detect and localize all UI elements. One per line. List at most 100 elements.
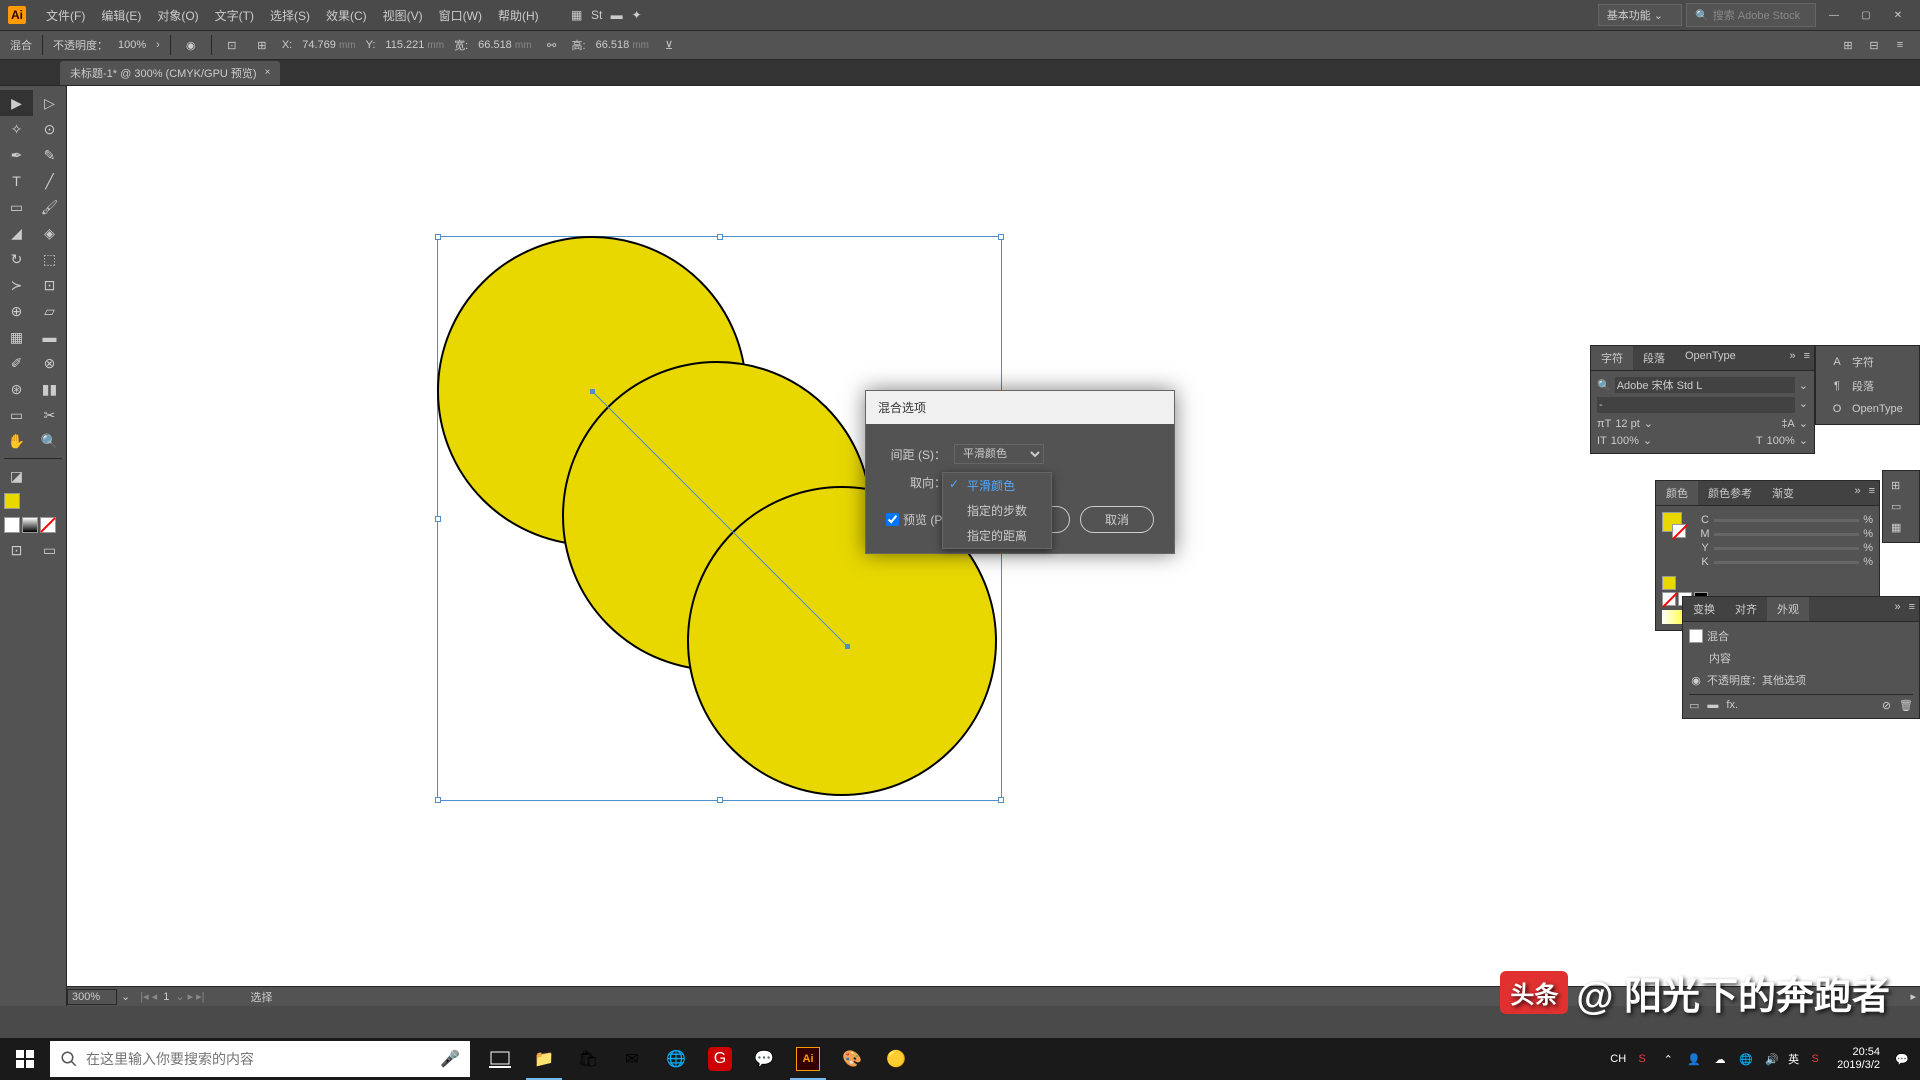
menu-object[interactable]: 对象(O) bbox=[149, 7, 206, 24]
tab-paragraph[interactable]: 段落 bbox=[1633, 346, 1675, 370]
file-explorer-icon[interactable]: 📁 bbox=[522, 1038, 566, 1080]
dropdown-item-steps[interactable]: 指定的步数 bbox=[943, 498, 1051, 523]
slice-tool[interactable]: ✂ bbox=[33, 402, 66, 428]
task-view-icon[interactable] bbox=[478, 1038, 522, 1080]
fill-stroke-swatches[interactable] bbox=[0, 489, 66, 513]
mesh-tool[interactable]: ▦ bbox=[0, 324, 33, 350]
none-mode-swatch[interactable] bbox=[40, 517, 56, 533]
symbols-icon[interactable]: ▦ bbox=[1887, 517, 1915, 538]
shaper-tool[interactable]: ◢ bbox=[0, 220, 33, 246]
wechat-icon[interactable]: 💬 bbox=[742, 1038, 786, 1080]
zoom-field[interactable] bbox=[67, 989, 117, 1005]
menu-help[interactable]: 帮助(H) bbox=[490, 7, 547, 24]
spacing-dropdown[interactable]: 平滑颜色 bbox=[954, 444, 1044, 464]
tray-app-icon[interactable]: S bbox=[1632, 1049, 1652, 1069]
menu-edit[interactable]: 编辑(E) bbox=[93, 7, 149, 24]
w-value[interactable]: 66.518 mm bbox=[478, 39, 531, 51]
paintbrush-tool[interactable]: 🖌 bbox=[33, 194, 66, 220]
vertical-scale-field[interactable]: 100% bbox=[1611, 435, 1639, 447]
workspace-dropdown[interactable]: 基本功能 ⌄ bbox=[1598, 4, 1682, 26]
appearance-item-blend[interactable]: 混合 bbox=[1707, 628, 1729, 644]
color-mode-swatch[interactable] bbox=[4, 517, 20, 533]
h-value[interactable]: 66.518 mm bbox=[596, 39, 649, 51]
mail-icon[interactable]: ✉ bbox=[610, 1038, 654, 1080]
tab-character[interactable]: 字符 bbox=[1591, 346, 1633, 370]
scale-tool[interactable]: ⬚ bbox=[33, 246, 66, 272]
panel-collapse-icon[interactable]: » bbox=[1850, 481, 1864, 505]
rotate-tool[interactable]: ↻ bbox=[0, 246, 33, 272]
transform-icon[interactable]: ⊡ bbox=[222, 35, 242, 55]
perspective-tool[interactable]: ▱ bbox=[33, 298, 66, 324]
artboard-tool[interactable]: ▭ bbox=[0, 402, 33, 428]
direct-selection-tool[interactable]: ▷ bbox=[33, 90, 66, 116]
menu-effect[interactable]: 效果(C) bbox=[318, 7, 375, 24]
dropdown-item-distance[interactable]: 指定的距离 bbox=[943, 523, 1051, 548]
drawing-mode[interactable]: ⊡ bbox=[0, 537, 33, 563]
paint-app-icon[interactable]: 🎨 bbox=[830, 1038, 874, 1080]
menu-select[interactable]: 选择(S) bbox=[262, 7, 318, 24]
gradient-tool[interactable]: ▬ bbox=[33, 324, 66, 350]
document-tab[interactable]: 未标题-1* @ 300% (CMYK/GPU 预览) × bbox=[60, 61, 280, 85]
eyedropper-tool[interactable]: ✐ bbox=[0, 350, 33, 376]
people-icon[interactable]: 👤 bbox=[1684, 1049, 1704, 1069]
setup-icon[interactable]: ⊞ bbox=[1838, 35, 1858, 55]
gpu-icon[interactable]: ✦ bbox=[627, 5, 647, 25]
add-fill-icon[interactable]: ▬ bbox=[1707, 699, 1718, 712]
font-family-field[interactable] bbox=[1615, 377, 1795, 393]
panel-menu-icon[interactable]: ≡ bbox=[1800, 346, 1814, 370]
panel-menu-icon[interactable]: ≡ bbox=[1865, 481, 1879, 505]
blend-tool[interactable]: ⊗ bbox=[33, 350, 66, 376]
chevron-up-icon[interactable]: ⌃ bbox=[1658, 1049, 1678, 1069]
maximize-button[interactable]: ▢ bbox=[1852, 6, 1880, 24]
tray-app-icon-2[interactable]: S bbox=[1805, 1049, 1825, 1069]
ime-indicator[interactable]: CH bbox=[1610, 1053, 1626, 1065]
prefs-icon[interactable]: ⊟ bbox=[1864, 35, 1884, 55]
clock[interactable]: 20:54 2019/3/2 bbox=[1831, 1046, 1886, 1072]
free-transform-tool[interactable]: ⊡ bbox=[33, 272, 66, 298]
bridge-icon[interactable]: ▦ bbox=[567, 5, 587, 25]
clear-icon[interactable]: ⊘ bbox=[1882, 699, 1891, 712]
close-button[interactable]: ✕ bbox=[1884, 6, 1912, 24]
visibility-icon[interactable]: ◉ bbox=[1689, 674, 1703, 687]
panel-menu-icon[interactable]: ≡ bbox=[1905, 597, 1919, 621]
magic-wand-tool[interactable]: ✧ bbox=[0, 116, 33, 142]
tab-align[interactable]: 对齐 bbox=[1725, 597, 1767, 621]
panel-collapse-icon[interactable]: » bbox=[1785, 346, 1799, 370]
brushes-icon[interactable]: ▭ bbox=[1887, 496, 1915, 517]
tab-color-guide[interactable]: 颜色参考 bbox=[1698, 481, 1762, 505]
recolor-icon[interactable]: ◉ bbox=[181, 35, 201, 55]
lasso-tool[interactable]: ⊙ bbox=[33, 116, 66, 142]
menu-type[interactable]: 文字(T) bbox=[207, 7, 262, 24]
onedrive-icon[interactable]: ☁ bbox=[1710, 1049, 1730, 1069]
opacity-value[interactable]: 100% bbox=[118, 39, 146, 51]
app-icon[interactable]: 🟡 bbox=[874, 1038, 918, 1080]
shape-builder-tool[interactable]: ⊕ bbox=[0, 298, 33, 324]
curvature-tool[interactable]: ✎ bbox=[33, 142, 66, 168]
selection-tool[interactable]: ▶ bbox=[0, 90, 33, 116]
appearance-item-opacity[interactable]: 不透明度：其他选项 bbox=[1707, 672, 1806, 688]
illustrator-taskbar-icon[interactable]: Ai bbox=[786, 1038, 830, 1080]
type-tool[interactable]: T bbox=[0, 168, 33, 194]
menu-file[interactable]: 文件(F) bbox=[38, 7, 93, 24]
graph-tool[interactable]: ▮▮ bbox=[33, 376, 66, 402]
browser-icon[interactable]: 🌐 bbox=[654, 1038, 698, 1080]
fill-stroke-swap[interactable]: ◪ bbox=[0, 463, 33, 489]
link-wh-icon[interactable]: ⚯ bbox=[542, 35, 562, 55]
windows-search[interactable]: 🎤 bbox=[50, 1041, 470, 1077]
shape-mode-icon[interactable]: ⊻ bbox=[659, 35, 679, 55]
start-button[interactable] bbox=[0, 1038, 50, 1080]
menu-view[interactable]: 视图(V) bbox=[375, 7, 431, 24]
tab-gradient[interactable]: 渐变 bbox=[1762, 481, 1804, 505]
reference-point-icon[interactable]: ⊞ bbox=[252, 35, 272, 55]
appearance-item-content[interactable]: 内容 bbox=[1709, 650, 1731, 666]
rectangle-tool[interactable]: ▭ bbox=[0, 194, 33, 220]
fill-swatch[interactable] bbox=[4, 493, 20, 509]
minimize-button[interactable]: — bbox=[1820, 6, 1848, 24]
panel-collapse-icon[interactable]: » bbox=[1890, 597, 1904, 621]
line-tool[interactable]: ╱ bbox=[33, 168, 66, 194]
mini-opentype[interactable]: OOpenType bbox=[1820, 398, 1915, 420]
x-value[interactable]: 74.769 mm bbox=[302, 39, 355, 51]
dropdown-item-smooth[interactable]: 平滑颜色 bbox=[943, 473, 1051, 498]
add-stroke-icon[interactable]: ▭ bbox=[1689, 699, 1699, 712]
notifications-icon[interactable]: 💬 bbox=[1892, 1049, 1912, 1069]
